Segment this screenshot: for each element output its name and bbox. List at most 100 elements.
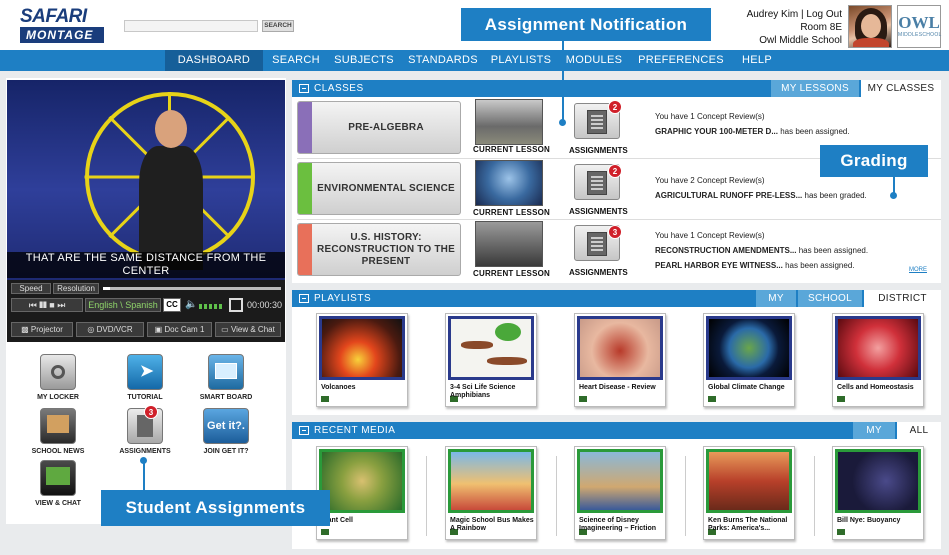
media-card[interactable]: Bill Nye: Buoyancy bbox=[832, 446, 924, 540]
media-card[interactable]: Science of Disney Imagineering – Frictio… bbox=[574, 446, 666, 540]
message-status: has been assigned. bbox=[796, 246, 869, 255]
playlist-card[interactable]: Heart Disease - Review bbox=[574, 313, 666, 407]
assignment-link[interactable]: GRAPHIC YOUR 100-METER D... bbox=[655, 127, 778, 136]
playlist-card[interactable]: Global Climate Change bbox=[703, 313, 795, 407]
video-player[interactable] bbox=[7, 80, 285, 280]
fullscreen-icon[interactable] bbox=[229, 298, 243, 312]
app-label: JOIN GET IT? bbox=[203, 448, 249, 455]
cc-button[interactable]: CC bbox=[163, 298, 181, 312]
logo-bottom-text: MONTAGE bbox=[20, 27, 104, 43]
callout-dot bbox=[559, 119, 566, 126]
assignments-badge: 2 bbox=[608, 100, 622, 114]
app-label: TUTORIAL bbox=[127, 394, 163, 401]
app-get-it[interactable]: Get it?. JOIN GET IT? bbox=[194, 408, 258, 455]
nav-playlists[interactable]: PLAYLISTS bbox=[486, 50, 556, 71]
playlist-card[interactable]: 3-4 Sci Life Science Amphibians bbox=[445, 313, 537, 407]
callout-line bbox=[562, 41, 564, 123]
classes-title: CLASSES bbox=[314, 83, 364, 94]
class-color-bar bbox=[298, 224, 312, 275]
current-lesson-thumbnail[interactable] bbox=[475, 221, 543, 267]
collapse-icon[interactable] bbox=[299, 426, 309, 435]
callout-grading: Grading bbox=[820, 145, 928, 177]
volume-slider[interactable] bbox=[199, 304, 223, 309]
nav-preferences[interactable]: PREFERENCES bbox=[633, 50, 729, 71]
safari-montage-logo[interactable]: SAFARI MONTAGE bbox=[20, 6, 104, 46]
tab-school[interactable]: SCHOOL bbox=[798, 290, 862, 307]
tab-my-lessons[interactable]: MY LESSONS bbox=[771, 80, 859, 97]
assignment-link[interactable]: RECONSTRUCTION AMENDMENTS... bbox=[655, 246, 796, 255]
progress-fill bbox=[103, 287, 111, 290]
callout-dot bbox=[140, 457, 147, 464]
nav-help[interactable]: HELP bbox=[735, 50, 779, 71]
class-button-environmental-science[interactable]: ENVIRONMENTAL SCIENCE bbox=[297, 162, 461, 215]
playlist-card[interactable]: Volcanoes bbox=[316, 313, 408, 407]
user-logout-link[interactable]: Audrey Kim | Log Out bbox=[700, 8, 842, 21]
callout-line bbox=[143, 461, 145, 490]
search-button[interactable]: SEARCH bbox=[262, 20, 294, 32]
app-tutorial[interactable]: ➤ TUTORIAL bbox=[113, 354, 177, 401]
resolution-button[interactable]: Resolution bbox=[53, 283, 99, 294]
assignments-label: ASSIGNMENTS bbox=[569, 268, 628, 277]
logo-top-text: SAFARI bbox=[20, 6, 87, 27]
media-card[interactable]: Ken Burns The National Parks: America's.… bbox=[703, 446, 795, 540]
tab-all[interactable]: ALL bbox=[897, 422, 941, 439]
app-view-chat[interactable]: VIEW & CHAT bbox=[26, 460, 90, 507]
tab-my[interactable]: MY bbox=[853, 422, 895, 439]
projector-button[interactable]: ▩ Projector bbox=[11, 322, 73, 337]
speed-button[interactable]: Speed bbox=[11, 283, 51, 294]
nav-standards[interactable]: STANDARDS bbox=[403, 50, 483, 71]
app-school-news[interactable]: SCHOOL NEWS bbox=[26, 408, 90, 455]
nav-dashboard[interactable]: DASHBOARD bbox=[165, 50, 263, 71]
current-lesson-label: CURRENT LESSON bbox=[473, 145, 551, 154]
playlist-icon bbox=[578, 395, 588, 403]
app-smart-board[interactable]: SMART BOARD bbox=[194, 354, 258, 401]
media-card[interactable]: Magic School Bus Makes A Rainbow bbox=[445, 446, 537, 540]
more-link[interactable]: MORE bbox=[909, 267, 927, 273]
app-assignments[interactable]: 3 ASSIGNMENTS bbox=[113, 405, 177, 455]
recent-media-title: RECENT MEDIA bbox=[314, 425, 396, 436]
app-my-locker[interactable]: MY LOCKER bbox=[26, 354, 90, 401]
tab-district[interactable]: DISTRICT bbox=[864, 290, 941, 307]
doc-cam-button[interactable]: ▣ Doc Cam 1 bbox=[147, 322, 212, 337]
playlist-card[interactable]: Cells and Homeostasis bbox=[832, 313, 924, 407]
playlist-icon bbox=[707, 395, 717, 403]
playlist-icon bbox=[836, 395, 846, 403]
callout-assignment-notification: Assignment Notification bbox=[461, 8, 711, 41]
playlists-title: PLAYLISTS bbox=[314, 293, 372, 304]
current-lesson-thumbnail[interactable] bbox=[475, 160, 543, 206]
projector-icon: ▩ bbox=[21, 325, 31, 334]
class-button-us-history[interactable]: U.S. HISTORY: RECONSTRUCTION TO THE PRES… bbox=[297, 223, 461, 276]
class-button-pre-algebra[interactable]: PRE-ALGEBRA bbox=[297, 101, 461, 154]
tab-my-classes[interactable]: MY CLASSES bbox=[861, 80, 941, 97]
media-thumbnail bbox=[835, 449, 921, 513]
nav-subjects[interactable]: SUBJECTS bbox=[328, 50, 400, 71]
assignment-link[interactable]: PEARL HARBOR EYE WITNESS... bbox=[655, 261, 783, 270]
news-tv-icon bbox=[40, 408, 76, 444]
view-chat-button[interactable]: ▭ View & Chat bbox=[215, 322, 281, 337]
progress-bar[interactable] bbox=[103, 287, 281, 290]
collapse-icon[interactable] bbox=[299, 84, 309, 93]
search-input[interactable] bbox=[124, 20, 258, 32]
transport-buttons[interactable]: ⏮ ❚❚ ■ ⏭ bbox=[11, 298, 83, 312]
current-lesson-thumbnail[interactable] bbox=[475, 99, 543, 145]
tab-my[interactable]: MY bbox=[756, 290, 796, 307]
dvd-label: DVD/VCR bbox=[96, 325, 133, 334]
classes-header: CLASSES MY LESSONS MY CLASSES bbox=[292, 80, 941, 97]
assignment-link[interactable]: AGRICULTURAL RUNOFF PRE-LESS... bbox=[655, 191, 802, 200]
collapse-icon[interactable] bbox=[299, 294, 309, 303]
smart-board-icon bbox=[208, 354, 244, 390]
class-message: You have 1 Concept Review(s) RECONSTRUCT… bbox=[655, 228, 868, 273]
nav-search[interactable]: SEARCH bbox=[266, 50, 326, 71]
message-status: has been graded. bbox=[802, 191, 867, 200]
video-icon bbox=[836, 528, 846, 536]
volume-icon[interactable]: 🔈 bbox=[185, 299, 197, 310]
time-display: 00:00:30 bbox=[247, 300, 283, 310]
nav-modules[interactable]: MODULES bbox=[560, 50, 628, 71]
media-thumbnail bbox=[706, 449, 792, 513]
player-controls: Speed Resolution ⏮ ❚❚ ■ ⏭ English \ Span… bbox=[7, 280, 285, 342]
dvd-button[interactable]: ◎ DVD/VCR bbox=[76, 322, 144, 337]
view-chat-tv-icon bbox=[40, 460, 76, 496]
school-logo: OWL MIDDLESCHOOL bbox=[897, 5, 941, 48]
language-toggle[interactable]: English \ Spanish bbox=[85, 298, 161, 312]
playlist-icon bbox=[320, 395, 330, 403]
